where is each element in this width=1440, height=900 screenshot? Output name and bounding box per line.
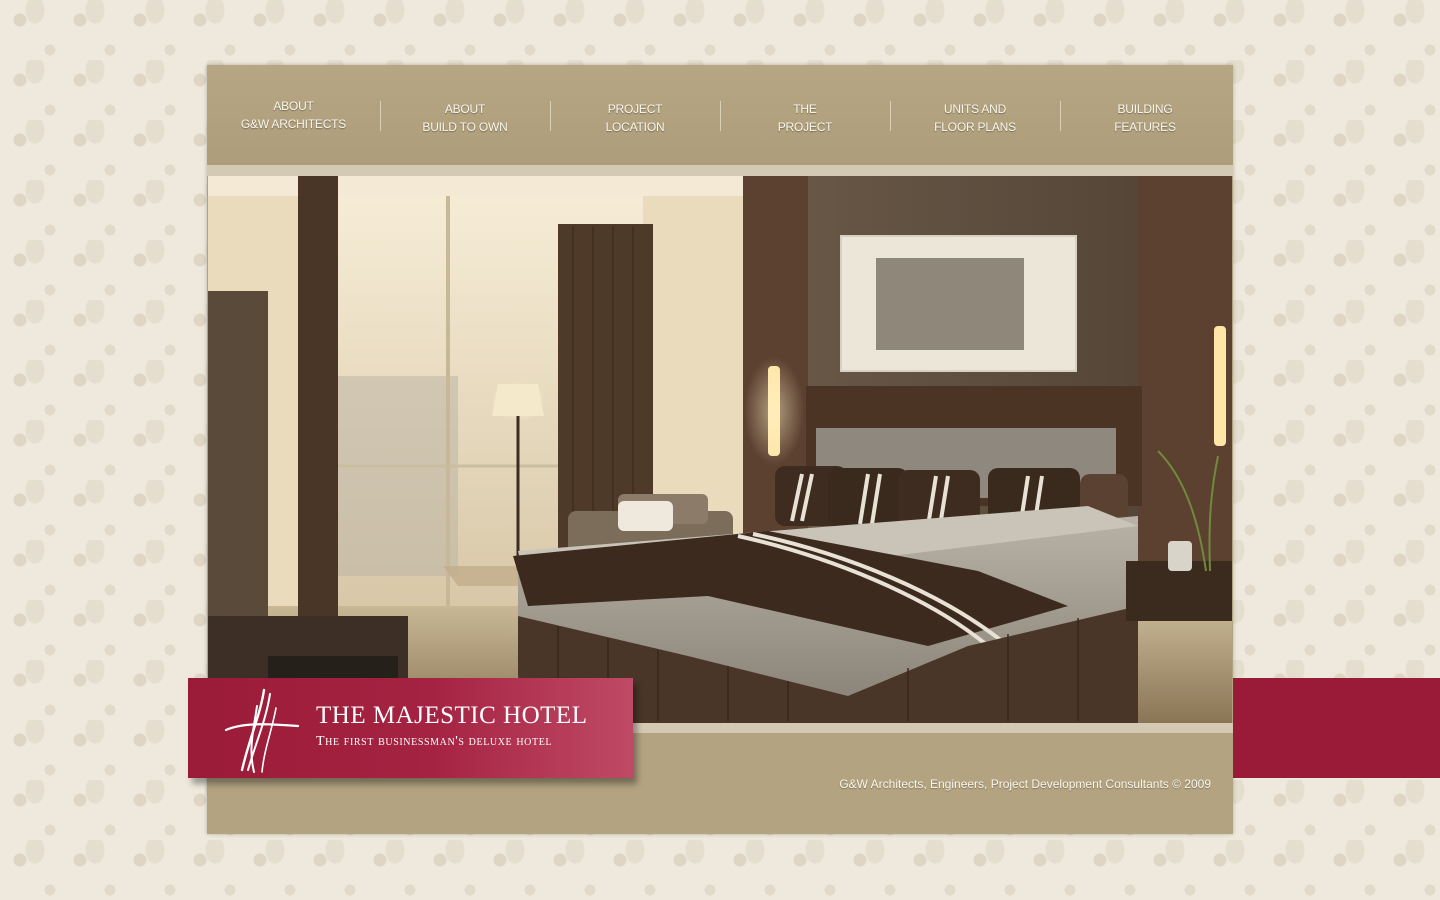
nav-divider-strip bbox=[207, 165, 1233, 176]
copyright-text: G&W Architects, Engineers, Project Devel… bbox=[839, 777, 1211, 791]
nav-label-line1: UNITS AND bbox=[943, 102, 1007, 116]
hero-room-image bbox=[208, 176, 1232, 723]
brand-logo-panel[interactable]: THE MAJESTIC HOTEL The first businessman… bbox=[188, 678, 633, 778]
nav-label-line1: ABOUT bbox=[273, 99, 314, 113]
nav-label: ABOUT G&W ARCHITECTS bbox=[241, 97, 346, 133]
nav-label-line1: BUILDING bbox=[1117, 102, 1173, 116]
brand-tagline: The first businessman's deluxe hotel bbox=[316, 734, 553, 749]
nav-label-line1: THE bbox=[793, 102, 817, 116]
nav-label: THE PROJECT bbox=[778, 100, 833, 136]
nav-item-building-features[interactable]: BUILDING FEATURES bbox=[1060, 65, 1230, 165]
nav-label: PROJECT LOCATION bbox=[606, 100, 665, 136]
nav-label: BUILDING FEATURES bbox=[1114, 100, 1176, 136]
brand-title: THE MAJESTIC HOTEL bbox=[316, 702, 588, 729]
nav-label-line1: ABOUT bbox=[444, 102, 486, 116]
nav-item-about-build-to-own[interactable]: ABOUT BUILD TO OWN bbox=[380, 65, 550, 165]
nav-label-line2: FEATURES bbox=[1114, 120, 1176, 134]
nav-item-about-architects[interactable]: ABOUT G&W ARCHITECTS bbox=[207, 65, 380, 165]
hotel-logo-icon bbox=[224, 688, 300, 773]
nav-label-line1: PROJECT bbox=[607, 102, 663, 116]
main-nav: ABOUT G&W ARCHITECTS ABOUT BUILD TO OWN … bbox=[207, 65, 1233, 165]
nav-item-units-floor-plans[interactable]: UNITS AND FLOOR PLANS bbox=[890, 65, 1060, 165]
nav-item-the-project[interactable]: THE PROJECT bbox=[720, 65, 890, 165]
nav-label-line2: BUILD TO OWN bbox=[422, 120, 508, 134]
nav-label: UNITS AND FLOOR PLANS bbox=[934, 100, 1016, 136]
nav-label-line2: FLOOR PLANS bbox=[934, 120, 1016, 134]
nav-label: ABOUT BUILD TO OWN bbox=[422, 100, 507, 136]
nav-label-line2: LOCATION bbox=[605, 120, 665, 134]
hero-room-illustration bbox=[208, 176, 1232, 723]
nav-item-project-location[interactable]: PROJECT LOCATION bbox=[550, 65, 720, 165]
nav-label-line2: G&W ARCHITECTS bbox=[240, 117, 347, 131]
accent-band bbox=[1233, 678, 1440, 778]
nav-label-line2: PROJECT bbox=[777, 120, 833, 134]
